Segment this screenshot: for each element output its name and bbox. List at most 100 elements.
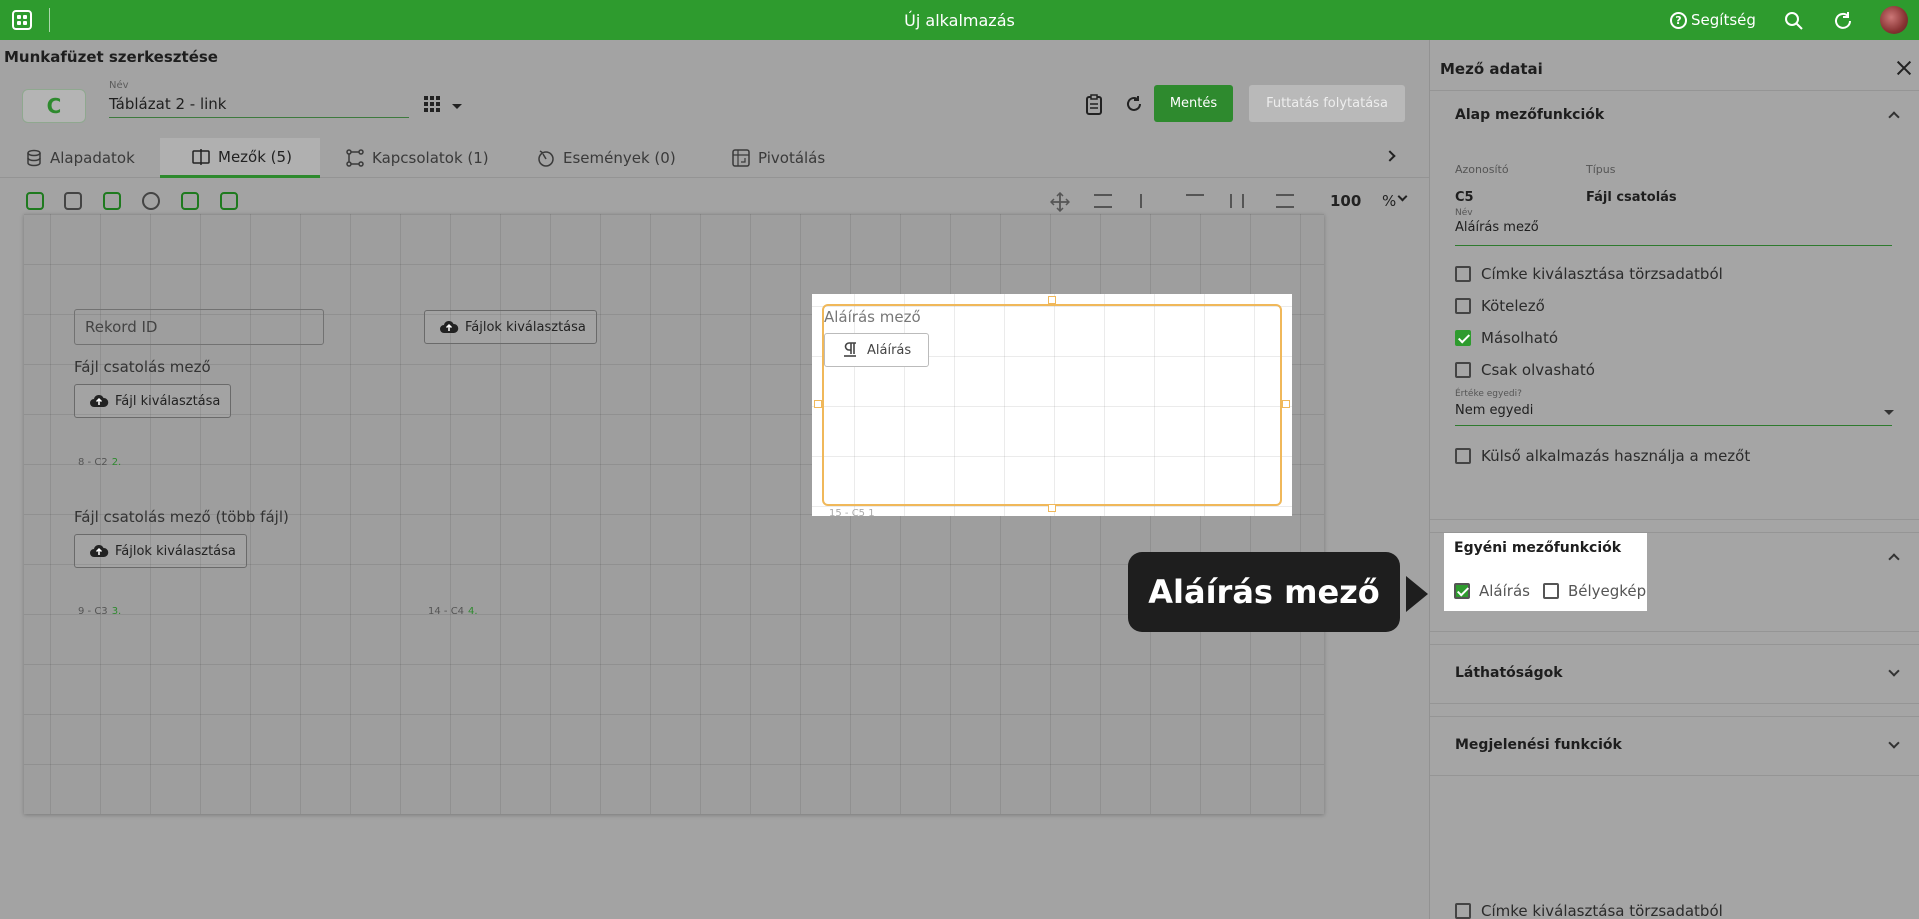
align-top-icon[interactable] <box>1186 194 1204 208</box>
checkbox-label: Címke kiválasztása törzsadatból <box>1481 265 1723 283</box>
clipboard-icon[interactable] <box>1084 94 1104 116</box>
refresh-icon[interactable] <box>1832 10 1854 32</box>
checkbox[interactable] <box>1455 266 1471 282</box>
warning-icon[interactable] <box>142 192 160 210</box>
unique-select[interactable]: Nem egyedi <box>1455 403 1892 418</box>
signature-button[interactable]: Aláírás <box>824 333 929 367</box>
close-icon[interactable] <box>1896 60 1912 76</box>
resize-handle[interactable] <box>1048 504 1056 512</box>
checkbox-label: Kötelező <box>1481 297 1545 315</box>
checkbox-row[interactable]: Címke kiválasztása törzsadatból <box>1455 902 1723 919</box>
checkbox-row[interactable]: Csak olvasható <box>1455 361 1595 379</box>
stamp-checkbox[interactable] <box>1542 583 1559 599</box>
chevron-down-icon[interactable] <box>1884 410 1894 415</box>
checkbox-row[interactable]: Kötelező <box>1455 297 1545 315</box>
id-icon[interactable] <box>220 192 238 210</box>
checkbox-row[interactable]: Másolható <box>1455 329 1558 347</box>
checkbox[interactable] <box>1455 298 1471 314</box>
checkbox-row[interactable]: Címke kiválasztása törzsadatból <box>1455 265 1723 283</box>
help-label: Segítség <box>1691 11 1756 29</box>
field-id: 8 - C2 <box>78 457 108 468</box>
chevron-down-icon[interactable] <box>452 104 462 109</box>
section-title: Egyéni mezőfunkciók <box>1454 540 1622 556</box>
visibility-section[interactable]: Láthatóságok <box>1430 644 1919 704</box>
field-details-panel: Mező adatai Alap mezőfunkciók Azonosító … <box>1429 40 1919 919</box>
checkbox[interactable] <box>1455 903 1471 919</box>
reload-icon[interactable] <box>1124 94 1144 114</box>
checkbox[interactable] <box>1455 362 1471 378</box>
help-icon: ? <box>1670 11 1687 29</box>
checkbox[interactable] <box>1455 448 1471 464</box>
type-value: Fájl csatolás <box>1586 190 1677 205</box>
name-input[interactable]: Táblázat 2 - link <box>109 92 409 118</box>
upload-files-button[interactable]: Fájlok kiválasztása <box>74 534 247 568</box>
unique-label: Értéke egyedi? <box>1455 389 1522 399</box>
field-seq: 1 <box>868 508 875 519</box>
upload-files-button-top[interactable]: Fájlok kiválasztása <box>424 310 597 344</box>
frame-icon[interactable] <box>64 192 82 210</box>
name-label: Név <box>109 80 129 91</box>
checkbox-row[interactable]: Külső alkalmazás használja a mezőt <box>1455 447 1750 465</box>
signature-checkbox[interactable] <box>1454 583 1470 599</box>
field-id: 9 - C3 <box>78 606 108 617</box>
chevron-up-icon[interactable] <box>1888 111 1900 123</box>
tab-pivot[interactable]: Pivotálás <box>732 138 825 178</box>
display-section[interactable]: Megjelenési funkciók <box>1430 716 1919 776</box>
resize-handle[interactable] <box>1048 296 1056 304</box>
field-id-label: 14 - C4 4. <box>428 606 478 617</box>
distribute-horizontal-icon[interactable] <box>1230 194 1244 208</box>
tab-label: Pivotálás <box>758 149 826 167</box>
field-seq: 4. <box>468 606 478 617</box>
upload-file-button[interactable]: Fájl kiválasztása <box>74 384 232 418</box>
input-underline <box>1455 245 1892 246</box>
checkbox-label: Címke kiválasztása törzsadatból <box>1481 902 1723 919</box>
tab-label: Események (0) <box>563 149 676 167</box>
field-id-label: 8 - C2 2. <box>78 457 121 468</box>
top-bar: Új alkalmazás ? Segítség <box>0 0 1919 40</box>
cloud-upload-icon <box>90 394 109 407</box>
chevron-down-icon[interactable] <box>1888 737 1900 749</box>
resize-handle[interactable] <box>814 400 822 408</box>
panel-title: Mező adatai <box>1440 60 1543 78</box>
workbook-badge[interactable]: C <box>22 89 86 123</box>
continue-run-button[interactable]: Futtatás folytatása <box>1249 85 1405 122</box>
resize-handle[interactable] <box>1282 400 1290 408</box>
tag-icon[interactable] <box>103 192 121 210</box>
fields-icon <box>192 148 210 165</box>
align-middle-icon[interactable] <box>1276 194 1294 208</box>
add-field-icon[interactable] <box>26 192 44 210</box>
zoom-unit: % <box>1382 192 1397 210</box>
chevron-down-icon[interactable] <box>1888 665 1900 677</box>
custom-functions-highlight: Egyéni mezőfunkciók Aláírás Bélyegkép <box>1444 533 1647 611</box>
tab-basics[interactable]: Alapadatok <box>26 138 135 178</box>
avatar[interactable] <box>1880 6 1908 34</box>
help-button[interactable]: ? Segítség <box>1670 11 1756 29</box>
field-seq: 2. <box>111 457 122 468</box>
zoom-value[interactable]: 100 <box>1330 192 1361 210</box>
checkbox[interactable] <box>1455 330 1471 346</box>
table-icon[interactable] <box>181 192 199 210</box>
custom-options-row: Aláírás Bélyegkép <box>1454 582 1646 600</box>
record-id-field[interactable]: Rekord ID <box>74 309 324 345</box>
tooltip-arrow <box>1406 576 1428 612</box>
grid-menu-icon[interactable] <box>424 96 440 112</box>
save-button[interactable]: Mentés <box>1154 85 1233 122</box>
stamp-option-label: Bélyegkép <box>1567 582 1647 600</box>
align-left-icon[interactable] <box>1140 194 1158 208</box>
input-underline <box>1455 425 1892 426</box>
chevron-up-icon[interactable] <box>1888 553 1900 565</box>
tab-events[interactable]: Események (0) <box>537 138 676 178</box>
signature-field-highlight[interactable]: Aláírás mező Aláírás 15 - C5 1 <box>812 294 1292 519</box>
upload-label: Fájlok kiválasztása <box>115 543 236 559</box>
move-icon[interactable] <box>1050 192 1070 212</box>
tab-fields[interactable]: Mezők (5) <box>160 138 320 178</box>
field-id-label: 15 - C5 1 <box>829 508 875 519</box>
distribute-vertical-icon[interactable] <box>1094 194 1112 208</box>
upload-label: Fájl kiválasztása <box>115 393 221 409</box>
chevron-down-icon[interactable] <box>1397 191 1408 202</box>
tab-relations[interactable]: Kapcsolatok (1) <box>346 138 489 178</box>
search-icon[interactable] <box>1784 11 1804 31</box>
cloud-upload-icon <box>440 320 459 333</box>
field-id: 15 - C5 <box>829 508 866 519</box>
name-input[interactable]: Aláírás mező <box>1455 220 1539 235</box>
